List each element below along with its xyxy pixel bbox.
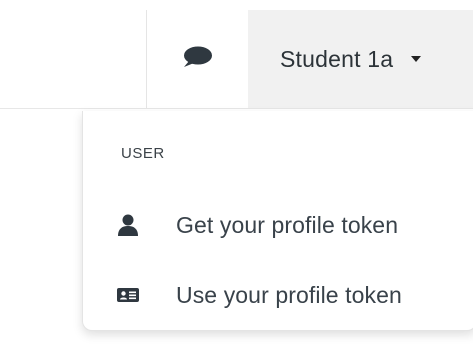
user-menu-toggle[interactable]: Student 1a (248, 10, 473, 108)
dropdown-header: USER (121, 145, 165, 162)
menu-item-label: Use your profile token (176, 281, 402, 308)
id-card-icon (116, 283, 140, 307)
top-navbar: Student 1a (0, 0, 473, 109)
user-icon (116, 213, 140, 237)
menu-item-get-profile-token[interactable]: Get your profile token (83, 200, 473, 250)
menu-item-label: Get your profile token (176, 211, 399, 238)
menu-item-use-profile-token[interactable]: Use your profile token (83, 270, 473, 320)
comment-icon (181, 45, 213, 74)
caret-down-icon (411, 56, 422, 62)
user-name: Student 1a (280, 45, 394, 72)
chat-button[interactable] (146, 10, 247, 108)
user-dropdown-menu: USER Get your profile token Use your pro… (82, 111, 473, 331)
